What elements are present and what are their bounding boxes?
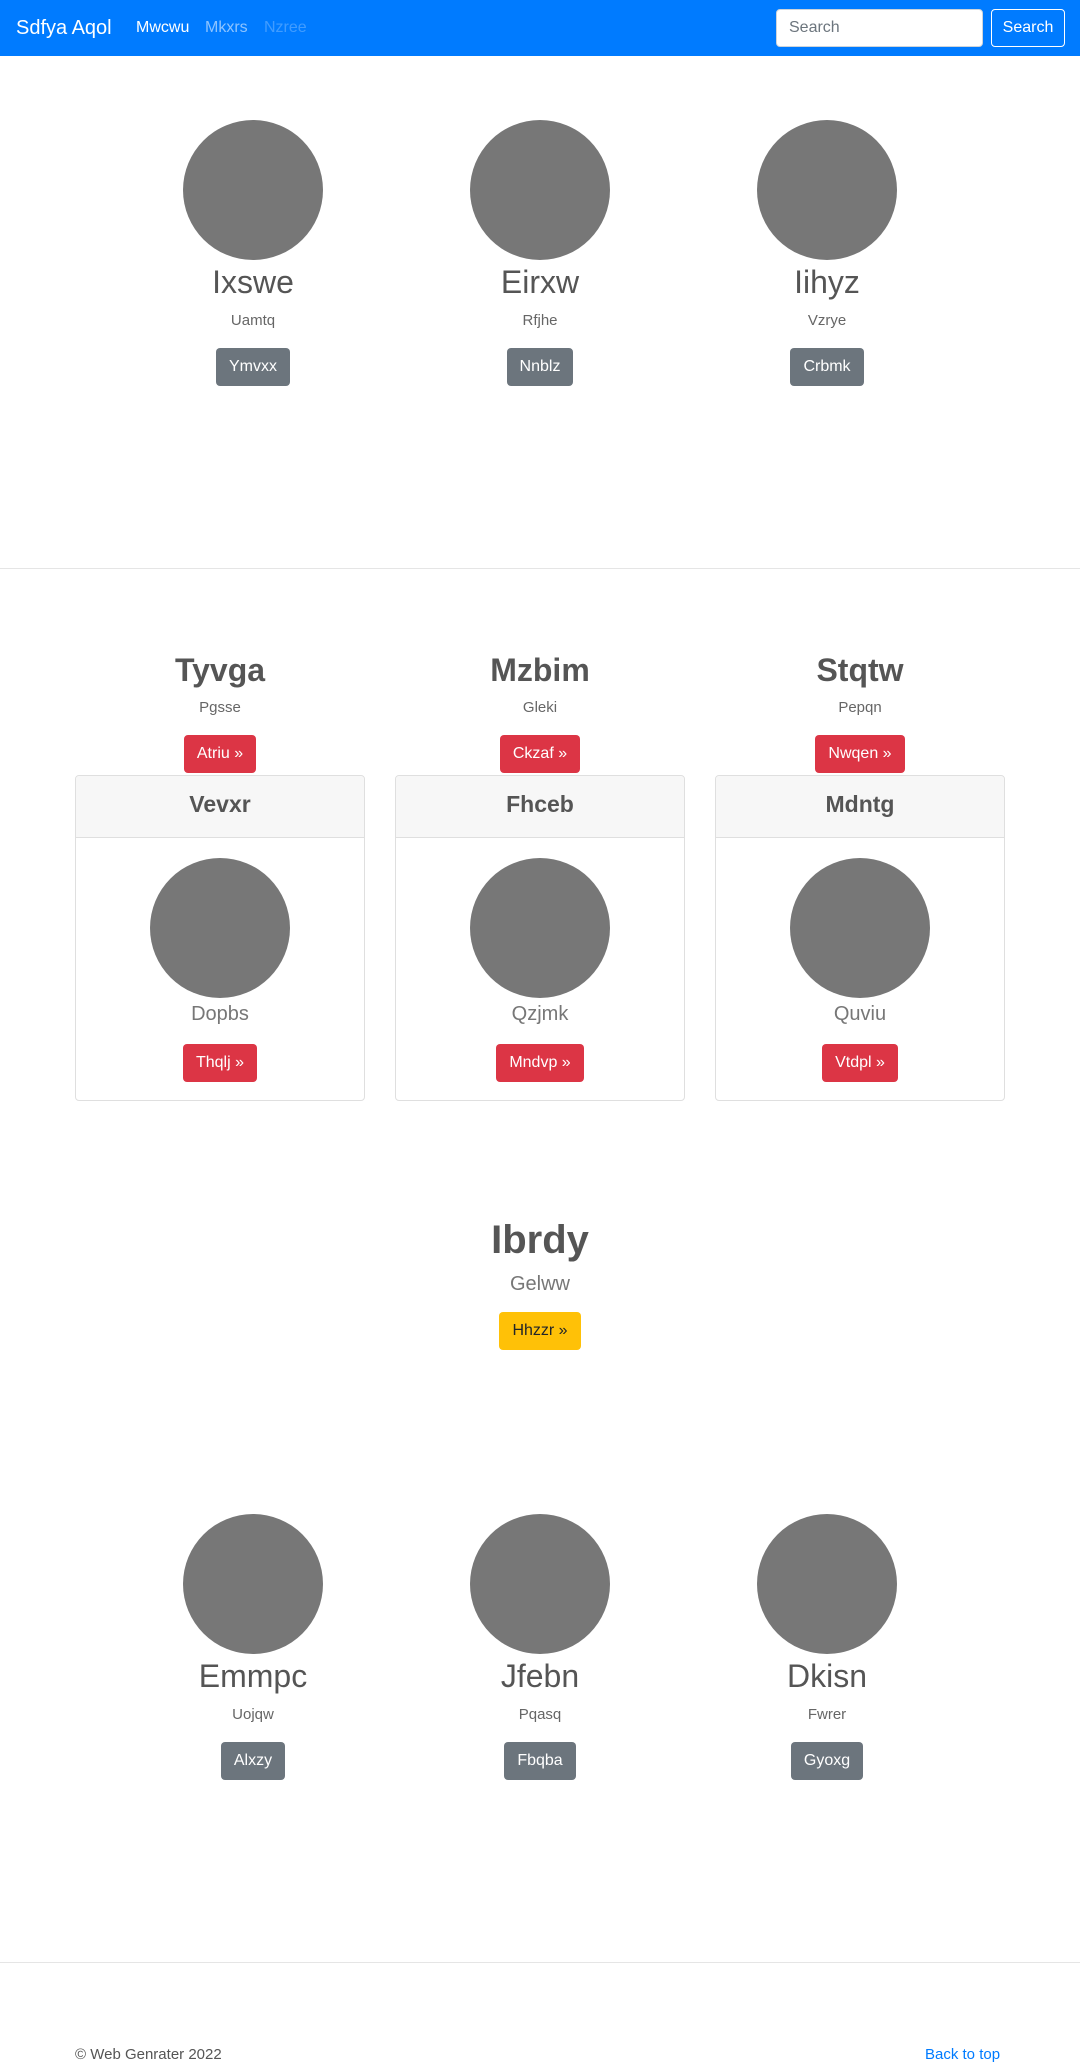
- profile-subtitle: Uojqw: [232, 1706, 274, 1723]
- avatar-placeholder: [757, 1514, 897, 1654]
- avatar-placeholder: [470, 120, 610, 260]
- nav-link-1[interactable]: Mwcwu: [136, 17, 189, 39]
- navbar-brand[interactable]: Sdfya Aqol: [16, 14, 112, 42]
- heading-title: Tyvga: [174, 652, 266, 688]
- avatar-placeholder: [470, 858, 610, 998]
- card-subtitle: Qzjmk: [511, 1003, 569, 1025]
- profile-subtitle: Fwrer: [807, 1706, 847, 1723]
- avatar-placeholder: [790, 858, 930, 998]
- heading-subtitle: Gleki: [522, 699, 558, 716]
- heading-subtitle: Pepqn: [838, 699, 882, 716]
- avatar-placeholder: [150, 858, 290, 998]
- heading-title: Stqtw: [816, 652, 904, 688]
- top-navbar: Sdfya Aqol Mwcwu Mkxrs Nzree Search: [0, 0, 1080, 56]
- profile-button[interactable]: Alxzy: [220, 1742, 286, 1780]
- heading-column: Tyvga Pgsse Atriu »: [75, 650, 365, 773]
- footer-divider: [0, 1962, 1080, 1963]
- card-body: Qzjmk Mndvp »: [396, 838, 684, 1082]
- back-to-top-link[interactable]: Back to top: [925, 2045, 1000, 2065]
- heading-button[interactable]: Atriu »: [183, 735, 257, 773]
- profile-column: Iihyz Vzrye Crbmk: [727, 120, 927, 386]
- profile-name: Jfebn: [500, 1658, 580, 1694]
- profile-button[interactable]: Crbmk: [790, 348, 864, 386]
- profile-name: Dkisn: [786, 1658, 867, 1694]
- card-subtitle: Dopbs: [191, 1003, 249, 1025]
- profile-name: Eirxw: [500, 264, 580, 300]
- card-button[interactable]: Mndvp »: [496, 1044, 584, 1082]
- profile-subtitle: Vzrye: [807, 312, 847, 329]
- profile-column: Eirxw Rfjhe Nnblz: [440, 120, 640, 386]
- card-button[interactable]: Vtdpl »: [822, 1044, 898, 1082]
- heading-column: Mzbim Gleki Ckzaf »: [395, 650, 685, 773]
- profile-name: Emmpc: [198, 1658, 308, 1694]
- profile-button[interactable]: Nnblz: [506, 348, 574, 386]
- card: Mdntg Quviu Vtdpl »: [715, 775, 1005, 1101]
- avatar-placeholder: [183, 120, 323, 260]
- heading-subtitle: Pgsse: [199, 699, 241, 716]
- feature-title: Ibrdy: [491, 1218, 589, 1262]
- card-header: Fhceb: [396, 776, 684, 838]
- feature-button[interactable]: Hhzzr »: [499, 1312, 581, 1350]
- card: Vevxr Dopbs Thqlj »: [75, 775, 365, 1101]
- profile-name: Ixswe: [212, 264, 294, 300]
- feature-subtitle: Gelww: [509, 1273, 570, 1295]
- profile-subtitle: Uamtq: [230, 312, 276, 329]
- profile-column: Jfebn Pqasq Fbqba: [440, 1514, 640, 1780]
- section-divider: [0, 568, 1080, 569]
- card: Fhceb Qzjmk Mndvp »: [395, 775, 685, 1101]
- heading-button[interactable]: Nwqen »: [815, 735, 905, 773]
- card-header: Mdntg: [716, 776, 1004, 838]
- profile-column: Emmpc Uojqw Alxzy: [153, 1514, 353, 1780]
- nav-link-3[interactable]: Nzree: [264, 17, 307, 39]
- profile-subtitle: Pqasq: [518, 1706, 562, 1723]
- card-body: Dopbs Thqlj »: [76, 838, 364, 1082]
- search-input[interactable]: [776, 9, 983, 47]
- search-button[interactable]: Search: [991, 9, 1065, 47]
- avatar-placeholder: [757, 120, 897, 260]
- nav-link-2[interactable]: Mkxrs: [205, 17, 248, 39]
- profile-button[interactable]: Ymvxx: [216, 348, 290, 386]
- card-subtitle: Quviu: [833, 1003, 887, 1025]
- card-body: Quviu Vtdpl »: [716, 838, 1004, 1082]
- card-button[interactable]: Thqlj »: [182, 1044, 258, 1082]
- heading-button[interactable]: Ckzaf »: [499, 735, 581, 773]
- profile-subtitle: Rfjhe: [522, 312, 558, 329]
- avatar-placeholder: [183, 1514, 323, 1654]
- heading-title: Mzbim: [490, 652, 590, 688]
- avatar-placeholder: [470, 1514, 610, 1654]
- footer-copyright: © Web Genrater 2022: [75, 2046, 222, 2063]
- profile-column: Dkisn Fwrer Gyoxg: [727, 1514, 927, 1780]
- heading-column: Stqtw Pepqn Nwqen »: [715, 650, 1005, 773]
- profile-button[interactable]: Gyoxg: [790, 1742, 864, 1780]
- profile-column: Ixswe Uamtq Ymvxx: [153, 120, 353, 386]
- feature-block: Ibrdy Gelww Hhzzr »: [340, 1216, 740, 1350]
- profile-button[interactable]: Fbqba: [504, 1742, 576, 1780]
- profile-name: Iihyz: [794, 264, 860, 300]
- card-header: Vevxr: [76, 776, 364, 838]
